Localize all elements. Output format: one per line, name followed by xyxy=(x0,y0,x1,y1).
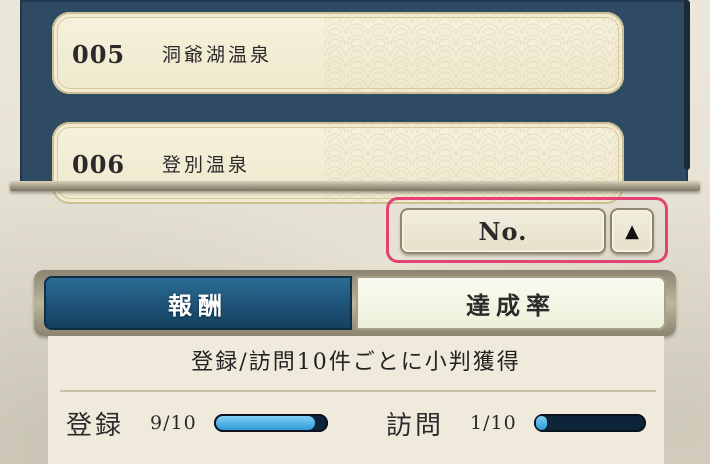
registration-progress-fill xyxy=(216,416,315,430)
registration-value: 9/10 xyxy=(150,412,197,434)
list-item-number: 006 xyxy=(72,150,126,179)
tab-reward[interactable]: 報酬 xyxy=(44,276,352,330)
registration-progress-bar xyxy=(214,414,328,432)
wave-pattern xyxy=(324,122,624,204)
list-scrollbar[interactable] xyxy=(684,0,690,170)
list-item-name: 洞爺湖温泉 xyxy=(162,44,273,66)
reward-condition-text: 登録/訪問10件ごとに小判獲得 xyxy=(191,350,521,375)
visit-value: 1/10 xyxy=(470,412,517,434)
list-item[interactable]: 006 登別温泉 xyxy=(52,122,624,204)
visit-label: 訪問 xyxy=(386,411,445,441)
visit-progress-fill xyxy=(536,416,547,430)
list-item[interactable]: 005 洞爺湖温泉 xyxy=(52,12,624,94)
registration-label: 登録 xyxy=(66,411,125,441)
tab-achievement-rate[interactable]: 達成率 xyxy=(356,276,666,330)
sort-order-button[interactable]: ▲ xyxy=(610,208,654,254)
divider xyxy=(60,390,656,392)
list-item-number: 005 xyxy=(72,40,126,69)
list-item-name: 登別温泉 xyxy=(162,154,251,176)
sort-key-button[interactable]: No. xyxy=(400,208,606,254)
board-shelf xyxy=(10,181,700,191)
wave-pattern xyxy=(324,12,624,94)
visit-progress-bar xyxy=(534,414,646,432)
ascending-triangle-icon: ▲ xyxy=(625,220,639,242)
